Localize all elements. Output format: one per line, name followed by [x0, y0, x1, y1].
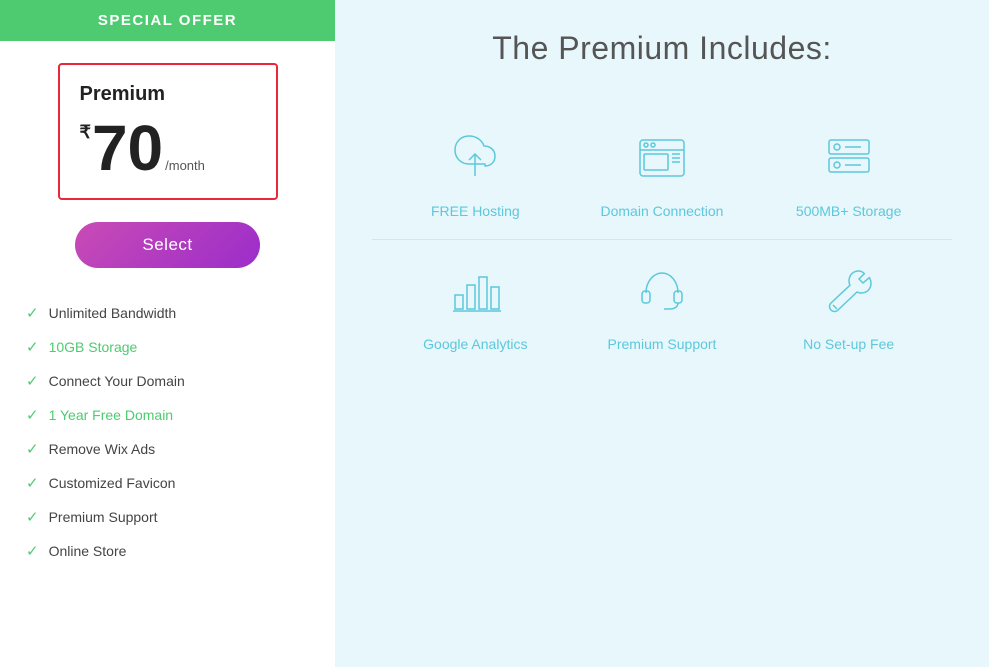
price-amount: 70: [92, 116, 163, 180]
domain-connection-icon: [631, 127, 693, 189]
feature-cell-domain-connection: Domain Connection: [592, 127, 732, 219]
analytics-label: Google Analytics: [423, 336, 527, 352]
currency-symbol: ₹: [80, 122, 91, 143]
per-month-label: /month: [165, 158, 205, 173]
storage-label: 500MB+ Storage: [796, 203, 901, 219]
features-list: ✓ Unlimited Bandwidth ✓ 10GB Storage ✓ C…: [0, 296, 335, 568]
free-hosting-icon: [444, 127, 506, 189]
right-panel: The Premium Includes: FREE Hosting: [335, 0, 989, 667]
feature-domain: ✓ Connect Your Domain: [18, 364, 335, 398]
check-icon-bandwidth: ✓: [26, 304, 39, 322]
check-icon-storage: ✓: [26, 338, 39, 356]
feature-free-domain: ✓ 1 Year Free Domain: [18, 398, 335, 432]
check-icon-domain: ✓: [26, 372, 39, 390]
premium-support-icon: [631, 260, 693, 322]
free-hosting-label: FREE Hosting: [431, 203, 520, 219]
plan-name: Premium: [80, 83, 256, 106]
feature-favicon: ✓ Customized Favicon: [18, 466, 335, 500]
analytics-icon: [444, 260, 506, 322]
plan-card: Premium ₹ 70 /month: [58, 63, 278, 200]
features-row-1: FREE Hosting: [372, 107, 952, 240]
feature-cell-free-hosting: FREE Hosting: [405, 127, 545, 219]
feature-cell-premium-support: Premium Support: [592, 260, 732, 352]
check-icon-free-domain: ✓: [26, 406, 39, 424]
feature-premium-support: ✓ Premium Support: [18, 500, 335, 534]
no-setup-fee-label: No Set-up Fee: [803, 336, 894, 352]
feature-cell-storage: 500MB+ Storage: [779, 127, 919, 219]
features-grid: FREE Hosting: [372, 107, 952, 372]
features-row-2: Google Analytics Premium Support: [372, 240, 952, 372]
domain-connection-label: Domain Connection: [601, 203, 724, 219]
special-offer-banner: SPECIAL OFFER: [0, 0, 335, 41]
check-icon-favicon: ✓: [26, 474, 39, 492]
feature-bandwidth: ✓ Unlimited Bandwidth: [18, 296, 335, 330]
feature-wix-ads: ✓ Remove Wix Ads: [18, 432, 335, 466]
plan-price: ₹ 70 /month: [80, 116, 256, 180]
left-panel: SPECIAL OFFER Premium ₹ 70 /month Select…: [0, 0, 335, 667]
no-setup-fee-icon: [818, 260, 880, 322]
feature-cell-analytics: Google Analytics: [405, 260, 545, 352]
premium-title: The Premium Includes:: [492, 30, 832, 67]
feature-cell-no-setup-fee: No Set-up Fee: [779, 260, 919, 352]
select-button[interactable]: Select: [75, 222, 260, 268]
feature-online-store: ✓ Online Store: [18, 534, 335, 568]
check-icon-premium-support: ✓: [26, 508, 39, 526]
check-icon-wix-ads: ✓: [26, 440, 39, 458]
storage-icon: [818, 127, 880, 189]
feature-storage: ✓ 10GB Storage: [18, 330, 335, 364]
check-icon-online-store: ✓: [26, 542, 39, 560]
premium-support-label: Premium Support: [608, 336, 717, 352]
